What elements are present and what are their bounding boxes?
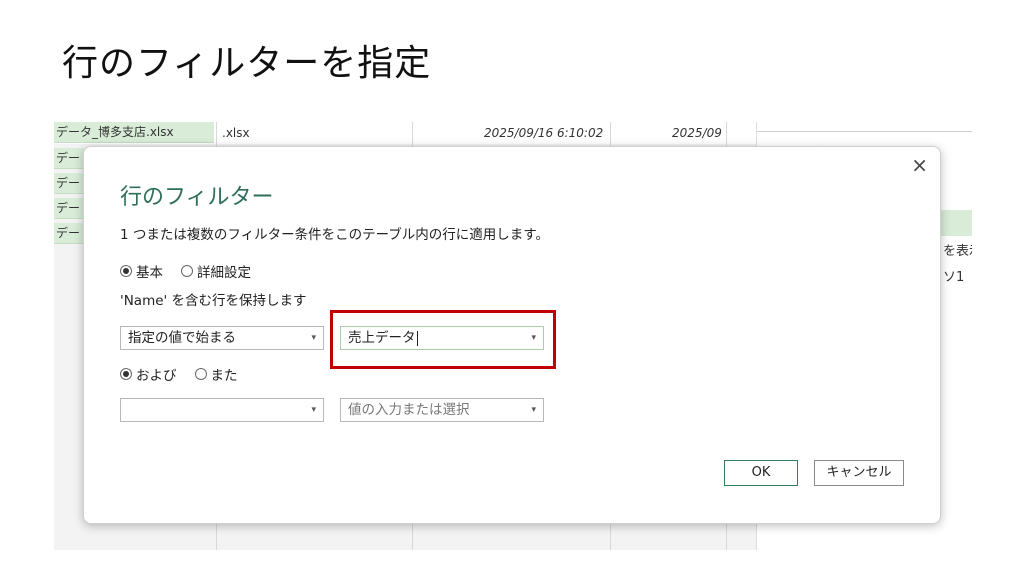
operator-select-1[interactable]: 指定の値で始まる ▾ bbox=[120, 326, 324, 350]
operator-select-2[interactable]: ▾ bbox=[120, 398, 324, 422]
value-select-2[interactable]: 値の入力または選択 ▾ bbox=[340, 398, 544, 422]
condition-text: 'Name' を含む行を保持します bbox=[120, 293, 307, 309]
excel-cell-name: データ_博多支店.xlsx bbox=[54, 122, 214, 143]
highlight-box bbox=[330, 310, 556, 369]
slide-title: 行のフィルターを指定 bbox=[62, 43, 432, 84]
value-select-2-placeholder: 値の入力または選択 bbox=[348, 402, 470, 418]
ok-button[interactable]: OK bbox=[724, 460, 798, 486]
radio-and-label[interactable]: および bbox=[136, 364, 177, 384]
logic-radio-group: および また bbox=[120, 364, 256, 384]
chevron-down-icon: ▾ bbox=[311, 333, 316, 343]
filter-rows-dialog: × 行のフィルター 1 つまたは複数のフィルター条件をこのテーブル内の行に適用し… bbox=[83, 146, 941, 524]
close-icon[interactable]: × bbox=[911, 153, 928, 177]
pane-divider bbox=[757, 131, 972, 132]
radio-advanced[interactable] bbox=[181, 265, 193, 277]
excel-cell-row2: デー bbox=[54, 173, 84, 194]
mode-radio-group: 基本 詳細設定 bbox=[120, 261, 269, 281]
dialog-title: 行のフィルター bbox=[120, 185, 274, 210]
excel-cell-date1: 2025/09/16 6:10:02 bbox=[484, 126, 604, 140]
excel-cell-ext: .xlsx bbox=[222, 126, 250, 140]
cancel-button[interactable]: キャンセル bbox=[814, 460, 904, 486]
radio-or-label[interactable]: また bbox=[211, 364, 238, 384]
chevron-down-icon: ▾ bbox=[531, 405, 536, 415]
pane-text-1: を表示 bbox=[943, 244, 972, 259]
pane-text-2: ソ1 bbox=[943, 270, 965, 285]
excel-cell-row1: デー bbox=[54, 148, 84, 169]
radio-advanced-label[interactable]: 詳細設定 bbox=[197, 261, 251, 281]
radio-basic[interactable] bbox=[120, 265, 132, 277]
operator-select-1-value: 指定の値で始まる bbox=[128, 330, 236, 346]
chevron-down-icon: ▾ bbox=[311, 405, 316, 415]
excel-cell-row3: デー bbox=[54, 198, 84, 219]
excel-cell-row4: デー bbox=[54, 223, 84, 244]
pane-selected-tab bbox=[937, 210, 972, 236]
radio-basic-label[interactable]: 基本 bbox=[136, 261, 163, 281]
radio-and[interactable] bbox=[120, 368, 132, 380]
dialog-description: 1 つまたは複数のフィルター条件をこのテーブル内の行に適用します。 bbox=[120, 227, 549, 243]
radio-or[interactable] bbox=[194, 368, 207, 380]
excel-cell-date2: 2025/09 bbox=[672, 126, 722, 140]
